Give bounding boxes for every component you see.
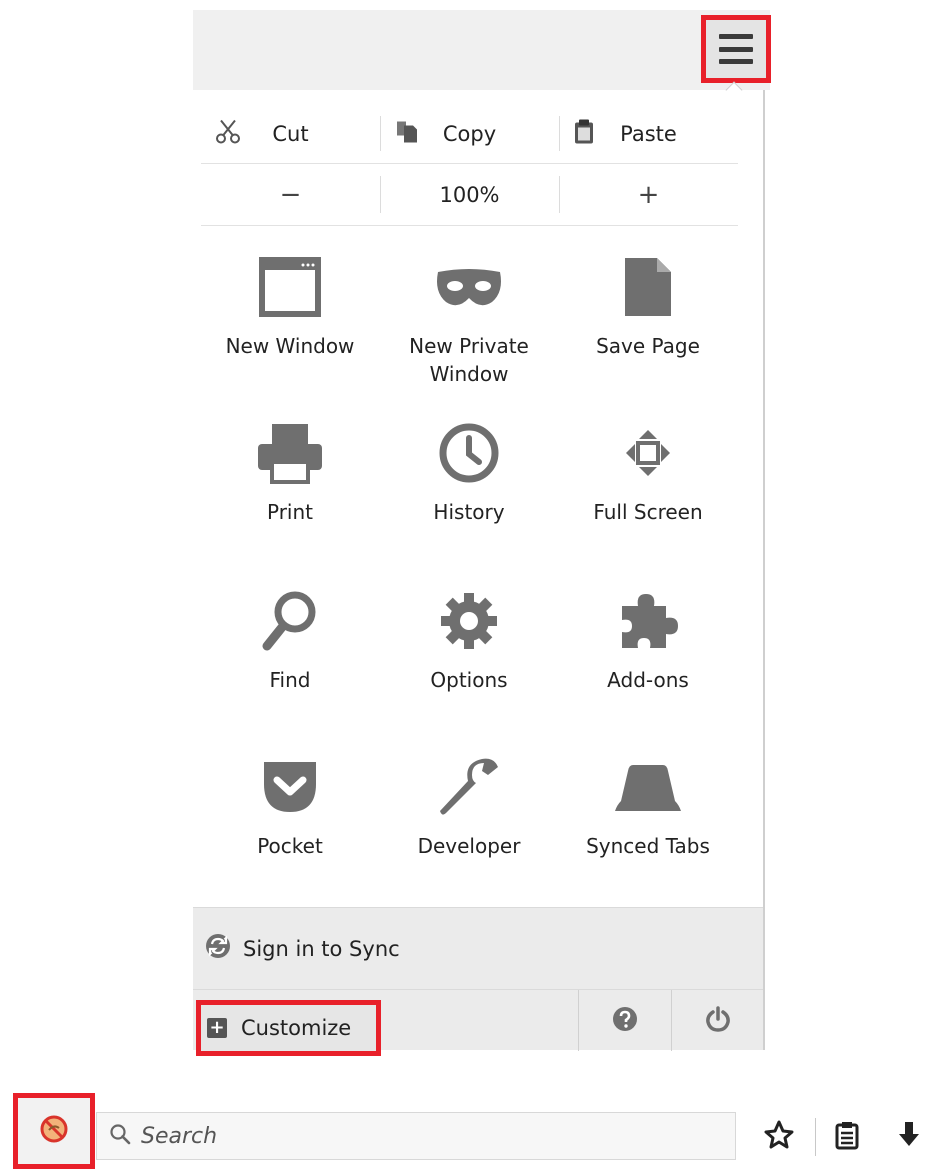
copy-label: Copy [442,121,497,146]
toolbar-separator [815,1118,816,1156]
print-label: Print [266,500,313,524]
blocked-icon [39,1114,69,1148]
copy-button[interactable]: Copy [380,104,559,163]
menu-footer: + Customize [193,989,763,1056]
download-arrow-icon [897,1120,921,1154]
magnifier-icon [200,586,380,656]
pocket-label: Pocket [257,834,323,858]
fullscreen-icon [558,418,738,488]
bookmarks-menu-button[interactable] [832,1120,862,1154]
zoom-out-label: − [279,179,302,210]
pocket-icon [200,752,380,822]
print-item[interactable]: Print [200,418,380,526]
clipboard-list-icon [834,1120,860,1154]
cut-label: Cut [272,121,309,146]
synced-tabs-label: Synced Tabs [586,834,710,858]
plus-icon: + [207,1018,227,1038]
printer-icon [200,418,380,488]
search-input[interactable] [141,1123,701,1149]
options-item[interactable]: Options [379,586,559,694]
customize-label: Customize [241,1016,352,1040]
sync-icon [205,933,231,964]
paste-button[interactable]: Paste [559,104,738,163]
save-page-label: Save Page [596,334,700,358]
scissors-icon [215,118,241,149]
new-private-window-label: New Private Window [409,334,529,386]
power-icon [704,1005,732,1037]
new-private-window-item[interactable]: New Private Window [379,252,559,388]
zoom-level: 100% [439,182,500,207]
edit-controls: Cut Copy Paste [201,104,738,164]
downloads-button[interactable] [894,1120,924,1154]
hamburger-menu-icon [719,34,753,64]
clock-icon [379,418,559,488]
add-ons-label: Add-ons [607,668,689,692]
pocket-item[interactable]: Pocket [200,752,380,860]
full-screen-label: Full Screen [593,500,703,524]
find-item[interactable]: Find [200,586,380,694]
quit-button[interactable] [671,990,763,1051]
developer-label: Developer [417,834,521,858]
new-window-item[interactable]: New Window [200,252,380,360]
customize-button[interactable]: + Customize [196,1000,381,1056]
search-bar[interactable] [96,1112,736,1160]
cut-button[interactable]: Cut [201,104,380,163]
zoom-in-button[interactable]: + [559,164,738,225]
blocker-toolbar-button[interactable] [13,1093,95,1169]
history-label: History [433,500,505,524]
bookmark-star-button[interactable] [762,1120,796,1154]
copy-icon [394,118,420,149]
mask-icon [379,252,559,322]
history-item[interactable]: History [379,418,559,526]
search-icon [109,1123,131,1149]
paste-label: Paste [620,121,677,146]
page-icon [558,252,738,322]
gear-icon [379,586,559,656]
developer-item[interactable]: Developer [379,752,559,860]
browser-toolbar [193,10,770,90]
zoom-controls: − 100% + [201,164,738,226]
synced-tabs-item[interactable]: Synced Tabs [558,752,738,860]
help-button[interactable] [578,990,671,1051]
question-mark-icon [612,1006,638,1036]
sign-in-to-sync-button[interactable]: Sign in to Sync [193,907,763,989]
synced-tabs-icon [558,752,738,822]
clipboard-icon [573,118,595,149]
menu-panel: Cut Copy Paste − 100% + New Window New P [193,81,765,1056]
window-icon [200,252,380,322]
find-label: Find [269,668,311,692]
save-page-item[interactable]: Save Page [558,252,738,360]
zoom-in-label: + [637,179,660,210]
sync-label: Sign in to Sync [243,936,400,961]
options-label: Options [430,668,508,692]
add-ons-item[interactable]: Add-ons [558,586,738,694]
full-screen-item[interactable]: Full Screen [558,418,738,526]
puzzle-icon [558,586,738,656]
star-icon [763,1119,795,1155]
wrench-icon [379,752,559,822]
zoom-reset-button[interactable]: 100% [380,164,559,225]
open-menu-button[interactable] [701,15,771,83]
zoom-out-button[interactable]: − [201,164,380,225]
new-window-label: New Window [225,334,355,358]
